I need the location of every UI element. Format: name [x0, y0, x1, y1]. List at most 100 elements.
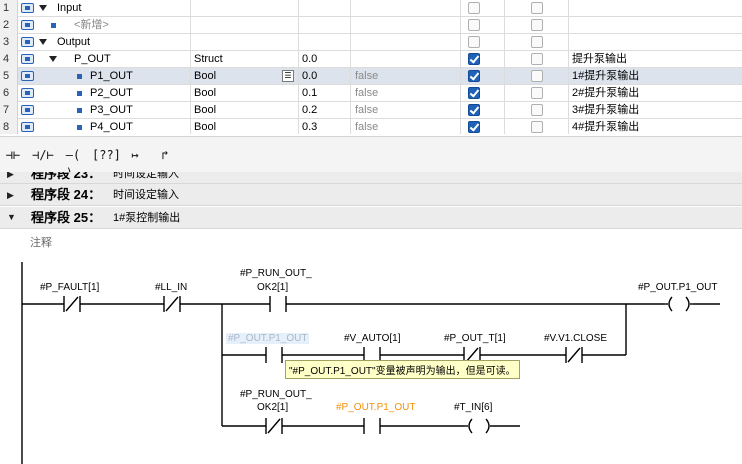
- coil-p1-out: [662, 294, 696, 314]
- interface-var-icon: [21, 54, 34, 64]
- operand-coil-p1-out[interactable]: #P_OUT.P1_OUT: [638, 282, 717, 293]
- datatype-picker-icon[interactable]: ☰: [282, 70, 294, 82]
- setpoint-checkbox[interactable]: [531, 70, 543, 82]
- contact-p1-out-orange: [360, 416, 384, 436]
- row-number: 4: [0, 51, 18, 68]
- accessible-checkbox[interactable]: [468, 36, 480, 48]
- comment[interactable]: 2#提升泵输出: [568, 85, 742, 102]
- normally-open-contact-icon[interactable]: ⊣⊢: [0, 146, 26, 164]
- default-value[interactable]: [350, 17, 460, 34]
- element-bullet-icon: [51, 23, 56, 28]
- lad-instruction-toolbar: ⊣⊢ ⊣/⊢ –( )– [??] ↦ ↱: [0, 136, 742, 180]
- operand-p-out-t[interactable]: #P_OUT_T[1]: [444, 333, 506, 344]
- network-header-23[interactable]: ▶ 程序段 23： 时间设定输入: [0, 172, 742, 184]
- interface-row[interactable]: 4 P_OUT Struct 0.0 提升泵输出: [0, 51, 742, 68]
- operand-run-out-ok-line2[interactable]: OK2[1]: [257, 282, 288, 293]
- accessible-checkbox[interactable]: [468, 2, 480, 14]
- network-header-24[interactable]: ▶ 程序段 24： 时间设定输入: [0, 184, 742, 206]
- operand-p1-out-orange[interactable]: #P_OUT.P1_OUT: [336, 402, 415, 413]
- data-type[interactable]: Bool: [194, 104, 216, 116]
- collapse-arrow-icon[interactable]: ▶: [7, 190, 14, 201]
- variable-name[interactable]: P3_OUT: [90, 102, 133, 119]
- default-value[interactable]: [350, 34, 460, 51]
- data-type[interactable]: Bool: [194, 121, 216, 133]
- operand-v1-close[interactable]: #V.V1.CLOSE: [544, 333, 607, 344]
- network-comment[interactable]: 注释: [30, 234, 52, 250]
- comment[interactable]: 4#提升泵输出: [568, 119, 742, 134]
- default-value[interactable]: [350, 0, 460, 17]
- interface-row[interactable]: 7 P3_OUT Bool 0.2 false 3#提升泵输出: [0, 102, 742, 119]
- variable-name[interactable]: P2_OUT: [90, 85, 133, 102]
- data-type[interactable]: Struct: [194, 53, 223, 65]
- setpoint-checkbox[interactable]: [531, 19, 543, 31]
- setpoint-checkbox[interactable]: [531, 2, 543, 14]
- setpoint-checkbox[interactable]: [531, 104, 543, 116]
- comment[interactable]: [568, 17, 742, 34]
- setpoint-checkbox[interactable]: [531, 36, 543, 48]
- network-header-25[interactable]: ▼ 程序段 25： 1#泵控制输出: [0, 207, 742, 229]
- element-bullet-icon: [77, 125, 82, 130]
- contact-p-fault: [60, 294, 84, 314]
- default-value[interactable]: false: [350, 102, 460, 119]
- expand-triangle-icon[interactable]: [39, 39, 47, 45]
- comment[interactable]: [568, 0, 742, 17]
- default-value[interactable]: [350, 51, 460, 68]
- accessible-checkbox[interactable]: [468, 70, 480, 82]
- variable-name[interactable]: Output: [57, 34, 90, 51]
- default-value[interactable]: false: [350, 85, 460, 102]
- default-value[interactable]: false: [350, 68, 460, 85]
- interface-row[interactable]: 8 P4_OUT Bool 0.3 false 4#提升泵输出: [0, 119, 742, 134]
- operand-v-auto[interactable]: #V_AUTO[1]: [344, 333, 401, 344]
- accessible-checkbox[interactable]: [468, 121, 480, 133]
- setpoint-checkbox[interactable]: [531, 121, 543, 133]
- operand-ll-in[interactable]: #LL_IN: [155, 282, 187, 293]
- variable-name[interactable]: P1_OUT: [90, 68, 133, 85]
- variable-name[interactable]: P_OUT: [74, 51, 111, 68]
- row-number: 1: [0, 0, 18, 17]
- element-bullet-icon: [77, 91, 82, 96]
- accessible-checkbox[interactable]: [468, 19, 480, 31]
- data-type[interactable]: Bool: [194, 70, 216, 82]
- variable-name[interactable]: <新增>: [74, 17, 109, 34]
- contact-run-out-ok2: [262, 416, 286, 436]
- comment[interactable]: 3#提升泵输出: [568, 102, 742, 119]
- expand-arrow-icon[interactable]: ▼: [7, 212, 16, 222]
- variable-name[interactable]: Input: [57, 0, 81, 17]
- accessible-checkbox[interactable]: [468, 104, 480, 116]
- expand-triangle-icon[interactable]: [39, 5, 47, 11]
- operand-run-out-ok2-line2[interactable]: OK2[1]: [257, 402, 288, 413]
- operand-t-in[interactable]: #T_IN[6]: [454, 402, 492, 413]
- coil-icon[interactable]: –( )–: [60, 146, 86, 180]
- interface-row[interactable]: 6 P2_OUT Bool 0.1 false 2#提升泵输出: [0, 85, 742, 102]
- interface-var-icon: [21, 105, 34, 115]
- setpoint-checkbox[interactable]: [531, 53, 543, 65]
- empty-box-icon[interactable]: [??]: [92, 146, 121, 164]
- interface-row[interactable]: 5 P1_OUT Bool ☰ 0.0 false 1#提升泵输出: [0, 68, 742, 85]
- operand-run-out-ok-line1[interactable]: #P_RUN_OUT_: [240, 268, 312, 279]
- accessible-checkbox[interactable]: [468, 53, 480, 65]
- default-value[interactable]: false: [350, 119, 460, 134]
- close-branch-icon[interactable]: ↱: [152, 146, 178, 164]
- accessible-checkbox[interactable]: [468, 87, 480, 99]
- operand-p-fault[interactable]: #P_FAULT[1]: [40, 282, 99, 293]
- setpoint-checkbox[interactable]: [531, 87, 543, 99]
- normally-closed-contact-icon[interactable]: ⊣/⊢: [30, 146, 56, 164]
- row-number: 7: [0, 102, 18, 119]
- data-type[interactable]: Bool: [194, 87, 216, 99]
- row-number: 2: [0, 17, 18, 34]
- collapse-arrow-icon[interactable]: ▶: [7, 172, 14, 180]
- comment[interactable]: 1#提升泵输出: [568, 68, 742, 85]
- interface-var-icon: [21, 71, 34, 81]
- operand-p1-out-self[interactable]: #P_OUT.P1_OUT: [226, 333, 310, 344]
- interface-row[interactable]: 2 <新增>: [0, 17, 742, 34]
- interface-row[interactable]: 1 Input: [0, 0, 742, 17]
- comment[interactable]: [568, 34, 742, 51]
- expand-triangle-icon[interactable]: [49, 56, 57, 62]
- variable-name[interactable]: P4_OUT: [90, 119, 133, 134]
- tooltip-output-readable: "#P_OUT.P1_OUT"变量被声明为输出，但是可读。: [285, 360, 520, 379]
- interface-row[interactable]: 3 Output: [0, 34, 742, 51]
- open-branch-icon[interactable]: ↦: [122, 146, 148, 164]
- comment[interactable]: 提升泵输出: [568, 51, 742, 68]
- operand-run-out-ok2-line1[interactable]: #P_RUN_OUT_: [240, 389, 312, 400]
- offset: [298, 34, 350, 51]
